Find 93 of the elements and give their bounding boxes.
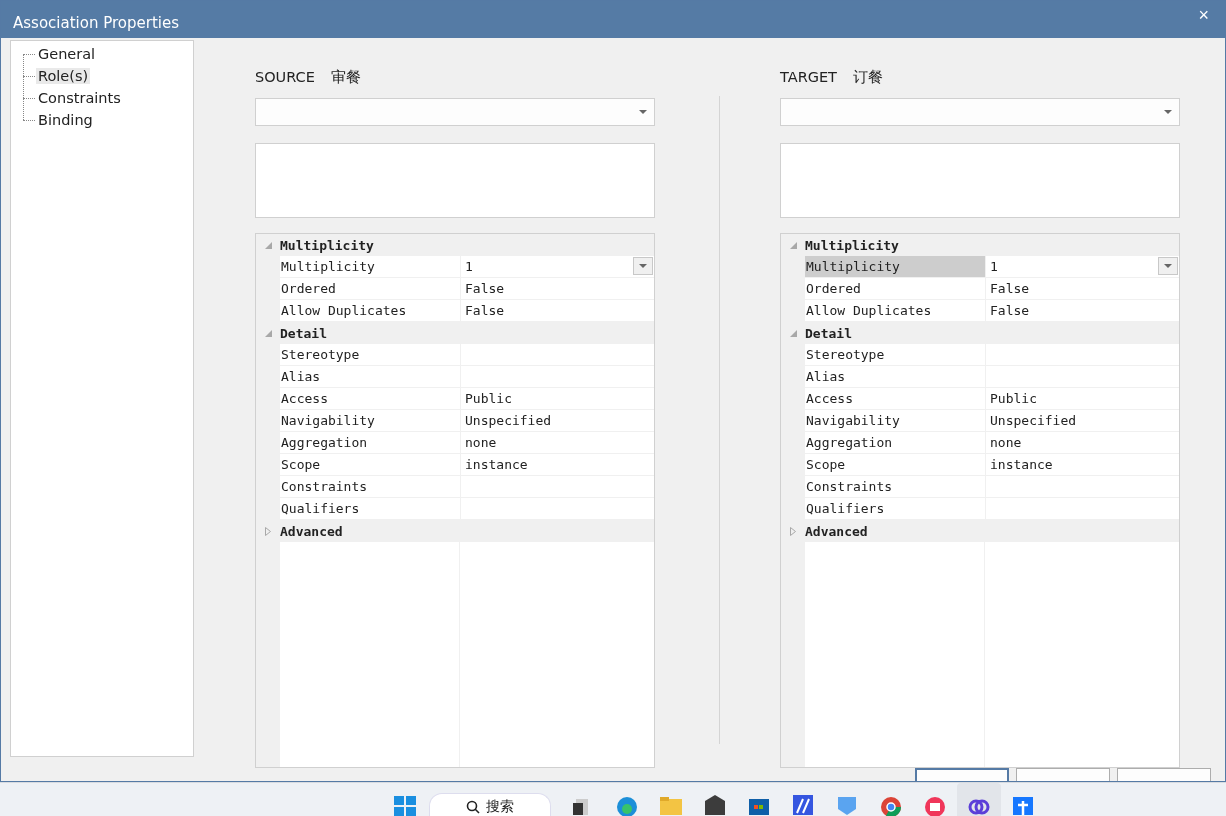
dialog-button[interactable] [1117,768,1211,781]
expand-icon[interactable] [790,526,796,536]
property-name[interactable]: Navigability [805,410,986,431]
property-name[interactable]: Multiplicity [805,256,986,277]
close-button[interactable]: × [1194,5,1213,26]
property-name[interactable]: Alias [805,366,986,387]
caret-icon [1164,264,1172,268]
dropdown-button[interactable] [1158,257,1178,275]
value-cell[interactable] [986,498,1179,519]
tree-item[interactable]: Constraints [36,90,123,106]
property-value[interactable]: Public [986,388,1179,409]
property-name[interactable]: Ordered [805,278,986,299]
property-value[interactable]: False [986,278,1179,299]
property-value[interactable]: False [461,278,654,299]
value-cell[interactable] [986,476,1179,497]
property-name[interactable]: Qualifiers [280,498,461,519]
property-name[interactable]: Constraints [805,476,986,497]
property-value[interactable]: Public [461,388,654,409]
property-name[interactable]: Scope [805,454,986,475]
swirl-icon[interactable] [617,797,637,816]
notes-field[interactable] [255,143,655,218]
property-value[interactable]: none [461,432,654,453]
property-name[interactable]: Allow Duplicates [805,300,986,321]
value-dropdown[interactable]: 1 [461,256,654,277]
section-header[interactable]: Advanced [805,523,868,539]
folder-icon[interactable] [660,797,682,815]
property-value[interactable]: Unspecified [986,410,1179,431]
role-dropdown[interactable] [780,98,1180,126]
role-name: 审餐 [330,67,361,87]
notes-field[interactable] [780,143,1180,218]
property-name[interactable]: Access [805,388,986,409]
value-cell[interactable] [986,344,1179,365]
window-stack-icon[interactable] [573,799,588,815]
value-cell[interactable] [461,476,654,497]
role-label: TARGET [780,69,837,85]
collapse-icon[interactable] [264,329,272,337]
section-header[interactable]: Detail [280,325,327,341]
collapse-icon[interactable] [789,241,797,249]
collapse-icon[interactable] [264,241,272,249]
caret-icon [639,264,647,268]
property-name[interactable]: Stereotype [805,344,986,365]
section-header[interactable]: Multiplicity [280,237,374,253]
slash-app-icon[interactable] [793,795,813,815]
section-header[interactable]: Detail [805,325,852,341]
property-value[interactable]: False [461,300,654,321]
collapse-icon[interactable] [789,329,797,337]
property-name[interactable]: Alias [280,366,461,387]
role-label: SOURCE [255,69,315,85]
role-name: 订餐 [853,67,883,87]
value-dropdown[interactable]: 1 [986,256,1179,277]
property-name[interactable]: Stereotype [280,344,461,365]
property-value[interactable]: False [986,300,1179,321]
store-icon[interactable] [749,799,769,815]
property-name[interactable]: Constraints [280,476,461,497]
property-name[interactable]: Aggregation [805,432,986,453]
window-title: Association Properties [13,12,179,32]
property-value[interactable]: instance [461,454,654,475]
property-name[interactable]: Scope [280,454,461,475]
property-name[interactable]: Access [280,388,461,409]
value-cell[interactable] [461,498,654,519]
hexagon-icon[interactable] [705,795,725,815]
windows-icon[interactable] [394,794,416,816]
property-name[interactable]: Allow Duplicates [280,300,461,321]
caret-icon [1164,110,1172,114]
property-name[interactable]: Ordered [280,278,461,299]
role-dropdown[interactable] [255,98,655,126]
property-value[interactable]: instance [986,454,1179,475]
value-cell[interactable] [986,366,1179,387]
tree-item[interactable]: Role(s) [36,68,91,84]
property-name[interactable]: Navigability [280,410,461,431]
property-value[interactable]: Unspecified [461,410,654,431]
dialog-button[interactable] [915,768,1009,781]
dialog-button[interactable] [1016,768,1110,781]
tree-item[interactable]: General [36,46,98,62]
dropdown-button[interactable] [633,257,653,275]
search-icon [466,800,480,814]
section-header[interactable]: Advanced [280,523,343,539]
property-name[interactable]: Qualifiers [805,498,986,519]
section-header[interactable]: Multiplicity [805,237,899,253]
property-value[interactable]: none [986,432,1179,453]
pin-app-icon[interactable] [1013,797,1033,816]
property-name[interactable]: Aggregation [280,432,461,453]
tree-item[interactable]: Binding [36,112,95,128]
expand-icon[interactable] [265,526,271,536]
camera-icon[interactable] [925,797,945,816]
value-cell[interactable] [461,344,654,365]
browser-icon[interactable] [881,797,901,816]
value-cell[interactable] [461,366,654,387]
caret-icon [639,110,647,114]
shield-icon[interactable] [838,797,856,815]
property-name[interactable]: Multiplicity [280,256,461,277]
search-field[interactable]: 搜索 [429,793,551,816]
knot-icon[interactable] [968,799,990,815]
